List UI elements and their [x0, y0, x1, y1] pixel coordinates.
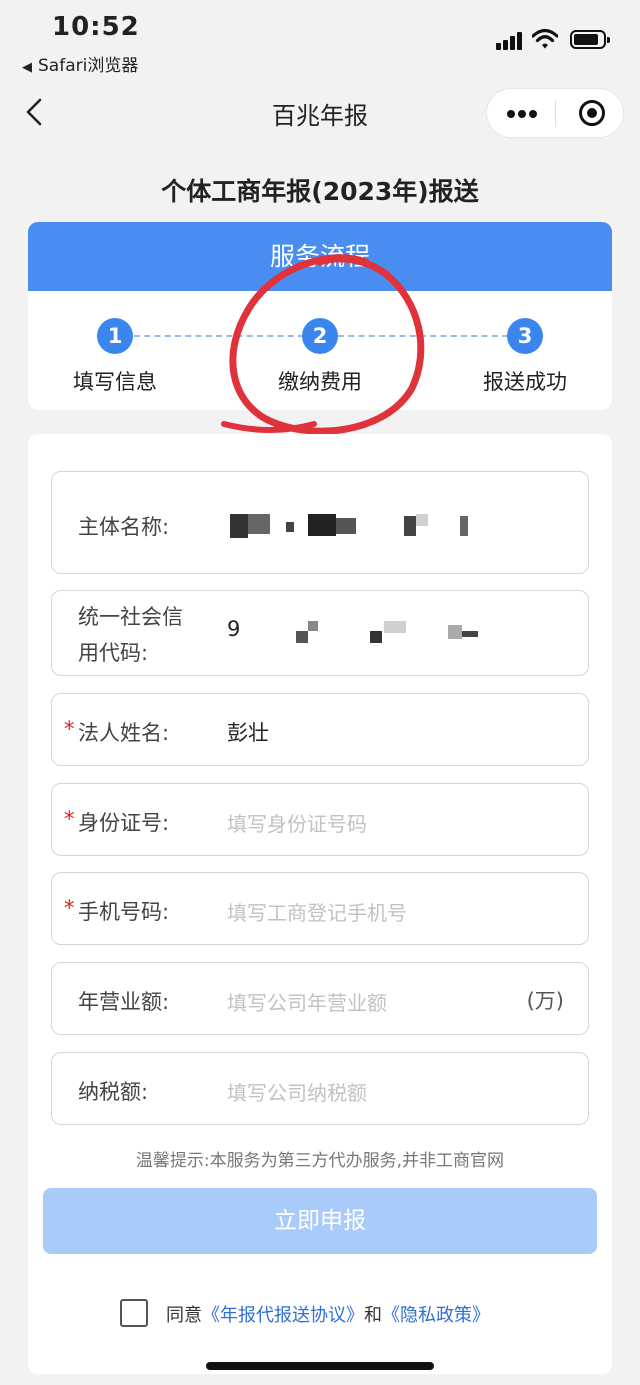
report-form: 主体名称: 统一社会信 用代码: 9 * 法人姓名: 彭壮 * 身份证号: 填写… — [28, 434, 612, 1374]
home-indicator — [206, 1362, 434, 1370]
legal-person-name-value: 彭壮 — [227, 721, 269, 745]
nav-bar: 百兆年报 — [0, 80, 640, 146]
credit-code-field[interactable]: 统一社会信 用代码: 9 — [51, 590, 589, 676]
agree-prefix: 同意 — [166, 1305, 202, 1326]
phone-number-input[interactable]: 填写工商登记手机号 — [227, 897, 407, 926]
back-to-app-link[interactable]: ◀ Safari浏览器 — [22, 51, 138, 76]
credit-code-value-prefix: 9 — [227, 617, 241, 641]
legal-person-name-field[interactable]: * 法人姓名: 彭壮 — [51, 693, 589, 766]
step-3-number: 3 — [507, 318, 543, 354]
credit-code-label-line2: 用代码: — [78, 641, 149, 665]
back-triangle-icon: ◀ — [22, 60, 32, 75]
required-asterisk: * — [64, 807, 75, 831]
tax-amount-field[interactable]: 纳税额: 填写公司纳税额 — [51, 1052, 589, 1125]
tax-amount-label: 纳税额: — [78, 1080, 149, 1104]
submit-report-button[interactable]: 立即申报 — [43, 1188, 597, 1254]
entity-name-label: 主体名称: — [78, 515, 170, 539]
back-app-label: Safari浏览器 — [38, 56, 139, 76]
required-asterisk: * — [64, 717, 75, 741]
phone-number-label: * 手机号码: — [64, 896, 170, 926]
miniprogram-capsule — [486, 88, 624, 138]
required-asterisk: * — [64, 896, 75, 920]
more-dots-icon[interactable] — [507, 110, 537, 118]
revenue-unit-label: (万) — [526, 989, 564, 1013]
battery-icon — [570, 30, 610, 49]
status-bar: 10:52 ◀ Safari浏览器 — [0, 0, 640, 80]
id-number-input[interactable]: 填写身份证号码 — [227, 808, 367, 837]
legal-person-name-label: * 法人姓名: — [64, 717, 170, 747]
annual-revenue-label: 年营业额: — [78, 990, 170, 1014]
entity-name-field[interactable]: 主体名称: — [51, 471, 589, 574]
report-agreement-link[interactable]: 《年报代报送协议》 — [202, 1305, 364, 1326]
step-1-label: 填写信息 — [73, 370, 157, 394]
red-circle-annotation — [221, 254, 425, 435]
step-3-label: 报送成功 — [483, 370, 567, 394]
annual-revenue-input[interactable]: 填写公司年营业额 — [227, 987, 387, 1016]
id-number-label-text: 身份证号: — [78, 811, 170, 835]
agree-checkbox[interactable] — [120, 1299, 148, 1327]
service-tip: 温馨提示:本服务为第三方代办服务,并非工商官网 — [135, 1151, 505, 1171]
close-miniprogram-icon[interactable] — [579, 100, 605, 126]
legal-person-name-label-text: 法人姓名: — [78, 721, 170, 745]
page-title: 个体工商年报(2023年)报送 — [161, 177, 479, 206]
annual-revenue-field[interactable]: 年营业额: 填写公司年营业额 (万) — [51, 962, 589, 1035]
privacy-policy-link[interactable]: 《隐私政策》 — [382, 1305, 490, 1326]
agree-middle: 和 — [364, 1305, 382, 1326]
credit-code-label-line1: 统一社会信 — [78, 605, 183, 629]
step-1-number: 1 — [97, 318, 133, 354]
phone-number-field[interactable]: * 手机号码: 填写工商登记手机号 — [51, 872, 589, 945]
phone-number-label-text: 手机号码: — [78, 900, 170, 924]
id-number-label: * 身份证号: — [64, 807, 170, 837]
status-time: 10:52 — [52, 12, 140, 42]
cellular-signal-icon — [496, 32, 524, 50]
id-number-field[interactable]: * 身份证号: 填写身份证号码 — [51, 783, 589, 856]
wifi-icon — [532, 28, 558, 49]
tax-amount-input[interactable]: 填写公司纳税额 — [227, 1077, 367, 1106]
